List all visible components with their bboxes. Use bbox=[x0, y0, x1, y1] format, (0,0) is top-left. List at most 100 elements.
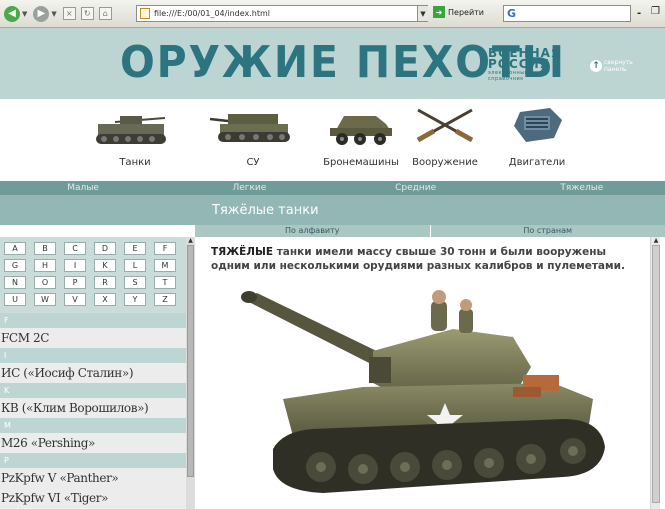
collapse-line1: свернуть bbox=[604, 59, 633, 66]
restore-icon[interactable]: ❐ bbox=[651, 6, 660, 17]
group-header: M bbox=[0, 418, 186, 433]
collapse-icon: ↑ bbox=[590, 60, 602, 72]
letter-button[interactable]: L bbox=[124, 259, 146, 272]
letter-button[interactable]: G bbox=[4, 259, 26, 272]
letter-button[interactable]: E bbox=[124, 242, 146, 255]
address-dropdown-icon[interactable]: ▼ bbox=[417, 6, 428, 21]
letter-button[interactable]: A bbox=[4, 242, 26, 255]
sort-by-country-tab[interactable]: По странам bbox=[431, 225, 665, 237]
logo-line4: справочник bbox=[488, 76, 524, 82]
category-label: Бронемашины bbox=[323, 157, 399, 168]
heavy-tank-illustration bbox=[241, 290, 605, 493]
minimize-icon[interactable]: - bbox=[637, 8, 641, 19]
tank-list-item[interactable]: PzKpfw V «Panther» bbox=[0, 468, 186, 488]
site-header: ОРУЖИЕ ПЕХОТЫ ВОЕННАЯ РОССИЯ электронный… bbox=[0, 28, 665, 99]
letter-button[interactable]: Z bbox=[154, 293, 176, 306]
letter-button[interactable]: W bbox=[34, 293, 56, 306]
engine-icon bbox=[514, 108, 562, 142]
main-content: ТЯЖЁЛЫЕ танки имели массу свыше 30 тонн … bbox=[195, 237, 665, 509]
alphabet-grid: ABCDEF GHIKLM NOPRST UWVXYZ bbox=[0, 237, 186, 313]
letter-button[interactable]: F bbox=[154, 242, 176, 255]
tank-list: F FCM 2C I ИС («Иосиф Сталин») K КВ («Клим Во… bbox=[0, 313, 186, 508]
tank-list-item[interactable]: FCM 2C bbox=[0, 328, 186, 348]
letter-button[interactable]: M bbox=[154, 259, 176, 272]
weight-class-nav: Малые Легкие Средние Тяжелые bbox=[0, 181, 665, 195]
intro-lead: ТЯЖЁЛЫЕ bbox=[211, 246, 274, 258]
collapse-line2: панель bbox=[604, 66, 627, 73]
sidebar: ABCDEFGHIKLMNOPRSTUWVXYZ F FCM 2C I ИС («Ио… bbox=[0, 237, 195, 509]
section-titlebar: Тяжёлые танки bbox=[0, 195, 665, 225]
back-dropdown-icon[interactable]: ▼ bbox=[22, 10, 27, 18]
tank-list-item[interactable]: PzKpfw VI «Tiger» bbox=[0, 488, 186, 508]
weight-tab-heavy[interactable]: Тяжелые bbox=[499, 181, 665, 195]
category-label: Вооружение bbox=[412, 157, 478, 168]
category-weapons[interactable]: Вооружение bbox=[400, 99, 490, 181]
go-label: Перейти bbox=[448, 7, 484, 17]
letter-button[interactable]: I bbox=[64, 259, 86, 272]
go-button[interactable]: ➜ Перейти bbox=[433, 6, 484, 18]
letter-button[interactable]: T bbox=[154, 276, 176, 289]
tank-list-item[interactable]: ИС («Иосиф Сталин») bbox=[0, 363, 186, 383]
sort-by-alphabet-tab[interactable]: По алфавиту bbox=[195, 225, 431, 237]
sidebar-scroll-thumb[interactable] bbox=[187, 245, 194, 477]
group-header: F bbox=[0, 313, 186, 328]
intro-body: танки имели массу свыше 30 тонн и были в… bbox=[211, 246, 625, 272]
go-arrow-icon: ➜ bbox=[433, 6, 445, 18]
page-title: Тяжёлые танки bbox=[212, 203, 319, 218]
address-bar[interactable]: file:///E:/00/01_04/index.html bbox=[136, 5, 428, 22]
main-scroll-thumb[interactable] bbox=[652, 245, 660, 503]
weight-tab-light[interactable]: Легкие bbox=[166, 181, 332, 195]
forward-dropdown-icon[interactable]: ▼ bbox=[51, 10, 56, 18]
letter-button[interactable]: V bbox=[64, 293, 86, 306]
sort-tabs: По алфавиту По странам bbox=[195, 225, 665, 237]
letter-button[interactable]: D bbox=[94, 242, 116, 255]
weight-tab-medium[interactable]: Средние bbox=[333, 181, 499, 195]
category-label: СУ bbox=[246, 157, 260, 168]
category-self-propelled[interactable]: СУ bbox=[208, 99, 298, 181]
letter-button[interactable]: R bbox=[94, 276, 116, 289]
crossed-rifles-icon bbox=[416, 108, 474, 143]
letter-button[interactable]: X bbox=[94, 293, 116, 306]
tank-icon bbox=[96, 116, 166, 144]
main-scroll-up-icon[interactable]: ▲ bbox=[651, 237, 661, 245]
tank-list-item[interactable]: КВ («Клим Ворошилов») bbox=[0, 398, 186, 418]
letter-button[interactable]: O bbox=[34, 276, 56, 289]
category-tanks[interactable]: Танки bbox=[90, 99, 180, 181]
main-scrollbar[interactable]: ▲ bbox=[650, 237, 660, 509]
home-button[interactable]: ⌂ bbox=[98, 7, 112, 20]
forward-button[interactable]: ▶ bbox=[33, 5, 50, 22]
search-input[interactable]: G bbox=[503, 5, 631, 22]
armored-car-icon bbox=[330, 116, 392, 145]
category-bar: Танки СУ Бронемашины Вооружение Двигател… bbox=[0, 99, 665, 181]
stop-button[interactable]: × bbox=[62, 7, 76, 20]
sidebar-scrollbar[interactable]: ▲ bbox=[186, 237, 195, 509]
letter-button[interactable]: B bbox=[34, 242, 56, 255]
group-header: K bbox=[0, 383, 186, 398]
category-engines[interactable]: Двигатели bbox=[492, 99, 582, 181]
letter-button[interactable]: S bbox=[124, 276, 146, 289]
category-armored-cars[interactable]: Бронемашины bbox=[316, 99, 406, 181]
group-header: P bbox=[0, 453, 186, 468]
logo: ВОЕННАЯ РОССИЯ электронный справочник bbox=[488, 47, 561, 82]
letter-button[interactable]: K bbox=[94, 259, 116, 272]
letter-button[interactable]: C bbox=[64, 242, 86, 255]
letter-button[interactable]: Y bbox=[124, 293, 146, 306]
logo-line2: РОССИЯ bbox=[488, 57, 550, 71]
category-label: Танки bbox=[119, 157, 151, 168]
scroll-up-icon[interactable]: ▲ bbox=[186, 237, 195, 245]
letter-button[interactable]: P bbox=[64, 276, 86, 289]
letter-button[interactable]: H bbox=[34, 259, 56, 272]
reload-button[interactable]: ↻ bbox=[80, 7, 94, 20]
group-header: I bbox=[0, 348, 186, 363]
letter-button[interactable]: U bbox=[4, 293, 26, 306]
collapse-panel-button[interactable]: ↑ свернуть панель bbox=[590, 59, 633, 73]
tank-list-item[interactable]: M26 «Pershing» bbox=[0, 433, 186, 453]
page-icon bbox=[140, 8, 150, 19]
search-value: G bbox=[507, 7, 517, 20]
weight-tab-small[interactable]: Малые bbox=[0, 181, 166, 195]
self-propelled-gun-icon bbox=[209, 114, 290, 142]
back-button[interactable]: ◀ bbox=[4, 5, 20, 22]
category-label: Двигатели bbox=[508, 157, 566, 168]
letter-button[interactable]: N bbox=[4, 276, 26, 289]
address-text: file:///E:/00/01_04/index.html bbox=[154, 9, 270, 18]
